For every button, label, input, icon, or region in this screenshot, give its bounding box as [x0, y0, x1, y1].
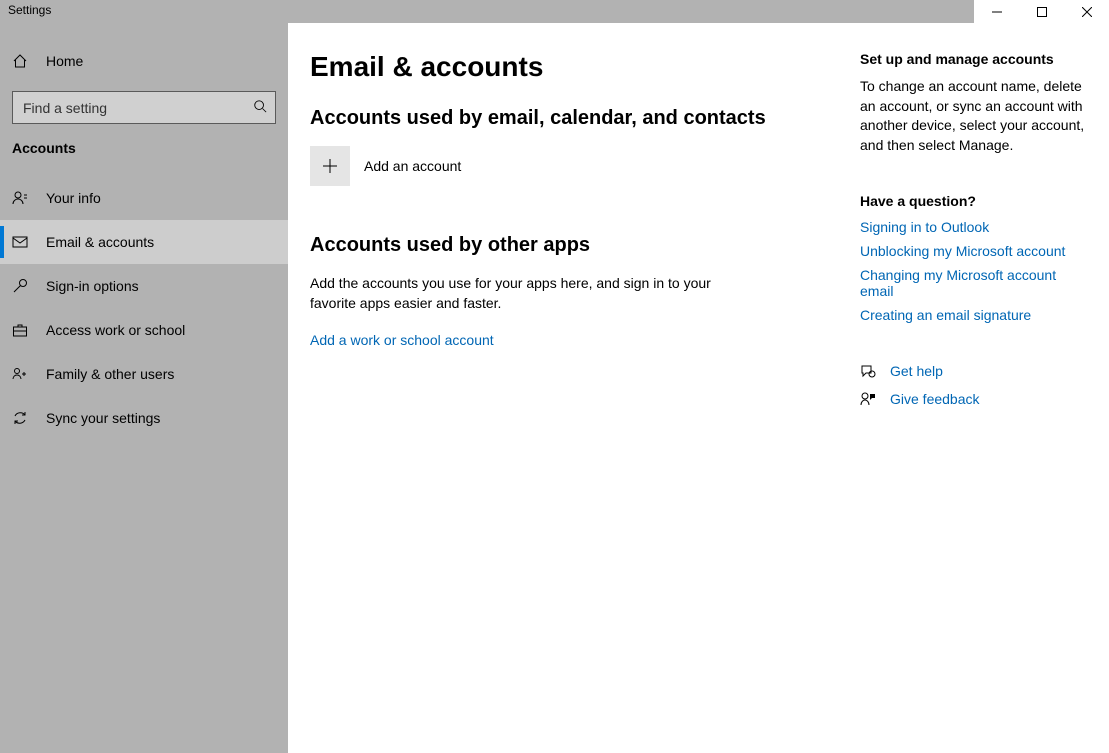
close-icon [1082, 7, 1092, 17]
give-feedback-row[interactable]: Give feedback [860, 391, 1085, 407]
sidebar-item-signin-options[interactable]: Sign-in options [0, 264, 288, 308]
section2-title: Accounts used by other apps [310, 234, 830, 257]
help-link-outlook[interactable]: Signing in to Outlook [860, 219, 1085, 235]
key-icon [12, 278, 28, 294]
search-icon [253, 99, 267, 116]
question-heading: Have a question? [860, 193, 1085, 209]
minimize-icon [992, 7, 1002, 17]
section2-body: Add the accounts you use for your apps h… [310, 273, 730, 314]
minimize-button[interactable] [974, 0, 1019, 23]
sidebar-item-your-info[interactable]: Your info [0, 176, 288, 220]
add-account-label: Add an account [364, 158, 461, 174]
maximize-icon [1037, 7, 1047, 17]
sidebar-item-label: Sign-in options [46, 278, 139, 294]
get-help-link[interactable]: Get help [890, 363, 943, 379]
search-input[interactable] [23, 100, 253, 116]
home-icon [12, 53, 28, 69]
titlebar: Settings [0, 0, 1109, 23]
get-help-row[interactable]: Get help [860, 363, 1085, 379]
search-input-container[interactable] [12, 91, 276, 124]
briefcase-icon [12, 322, 28, 338]
sidebar-section-header: Accounts [0, 126, 288, 166]
help-link-change-email[interactable]: Changing my Microsoft account email [860, 267, 1085, 299]
sidebar-home-label: Home [46, 53, 83, 69]
sidebar-item-label: Sync your settings [46, 410, 160, 426]
plus-icon [310, 146, 350, 186]
mail-icon [12, 234, 28, 250]
sidebar-item-label: Family & other users [46, 366, 174, 382]
sidebar-item-label: Email & accounts [46, 234, 154, 250]
people-icon [12, 366, 28, 382]
main-content: Email & accounts Accounts used by email,… [288, 23, 1109, 753]
sidebar-home[interactable]: Home [0, 39, 288, 83]
section1-title: Accounts used by email, calendar, and co… [310, 107, 830, 130]
sidebar-item-label: Your info [46, 190, 101, 206]
aside: Set up and manage accounts To change an … [860, 51, 1085, 753]
help-link-signature[interactable]: Creating an email signature [860, 307, 1085, 323]
add-account-button[interactable]: Add an account [310, 146, 830, 186]
page-title: Email & accounts [310, 51, 830, 83]
maximize-button[interactable] [1019, 0, 1064, 23]
person-icon [12, 190, 28, 206]
sidebar-item-label: Access work or school [46, 322, 185, 338]
get-help-icon [860, 363, 876, 379]
sidebar: Home Accounts Your info [0, 23, 288, 753]
give-feedback-link[interactable]: Give feedback [890, 391, 980, 407]
add-work-account-link[interactable]: Add a work or school account [310, 332, 494, 348]
window-title: Settings [0, 0, 51, 17]
settings-window: Settings Home [0, 0, 1109, 753]
sidebar-item-sync[interactable]: Sync your settings [0, 396, 288, 440]
close-button[interactable] [1064, 0, 1109, 23]
sidebar-item-access-work[interactable]: Access work or school [0, 308, 288, 352]
sidebar-item-email-accounts[interactable]: Email & accounts [0, 220, 288, 264]
feedback-icon [860, 391, 876, 407]
help-link-unblock[interactable]: Unblocking my Microsoft account [860, 243, 1085, 259]
setup-heading: Set up and manage accounts [860, 51, 1085, 67]
sync-icon [12, 410, 28, 426]
sidebar-item-family[interactable]: Family & other users [0, 352, 288, 396]
setup-body: To change an account name, delete an acc… [860, 77, 1085, 155]
